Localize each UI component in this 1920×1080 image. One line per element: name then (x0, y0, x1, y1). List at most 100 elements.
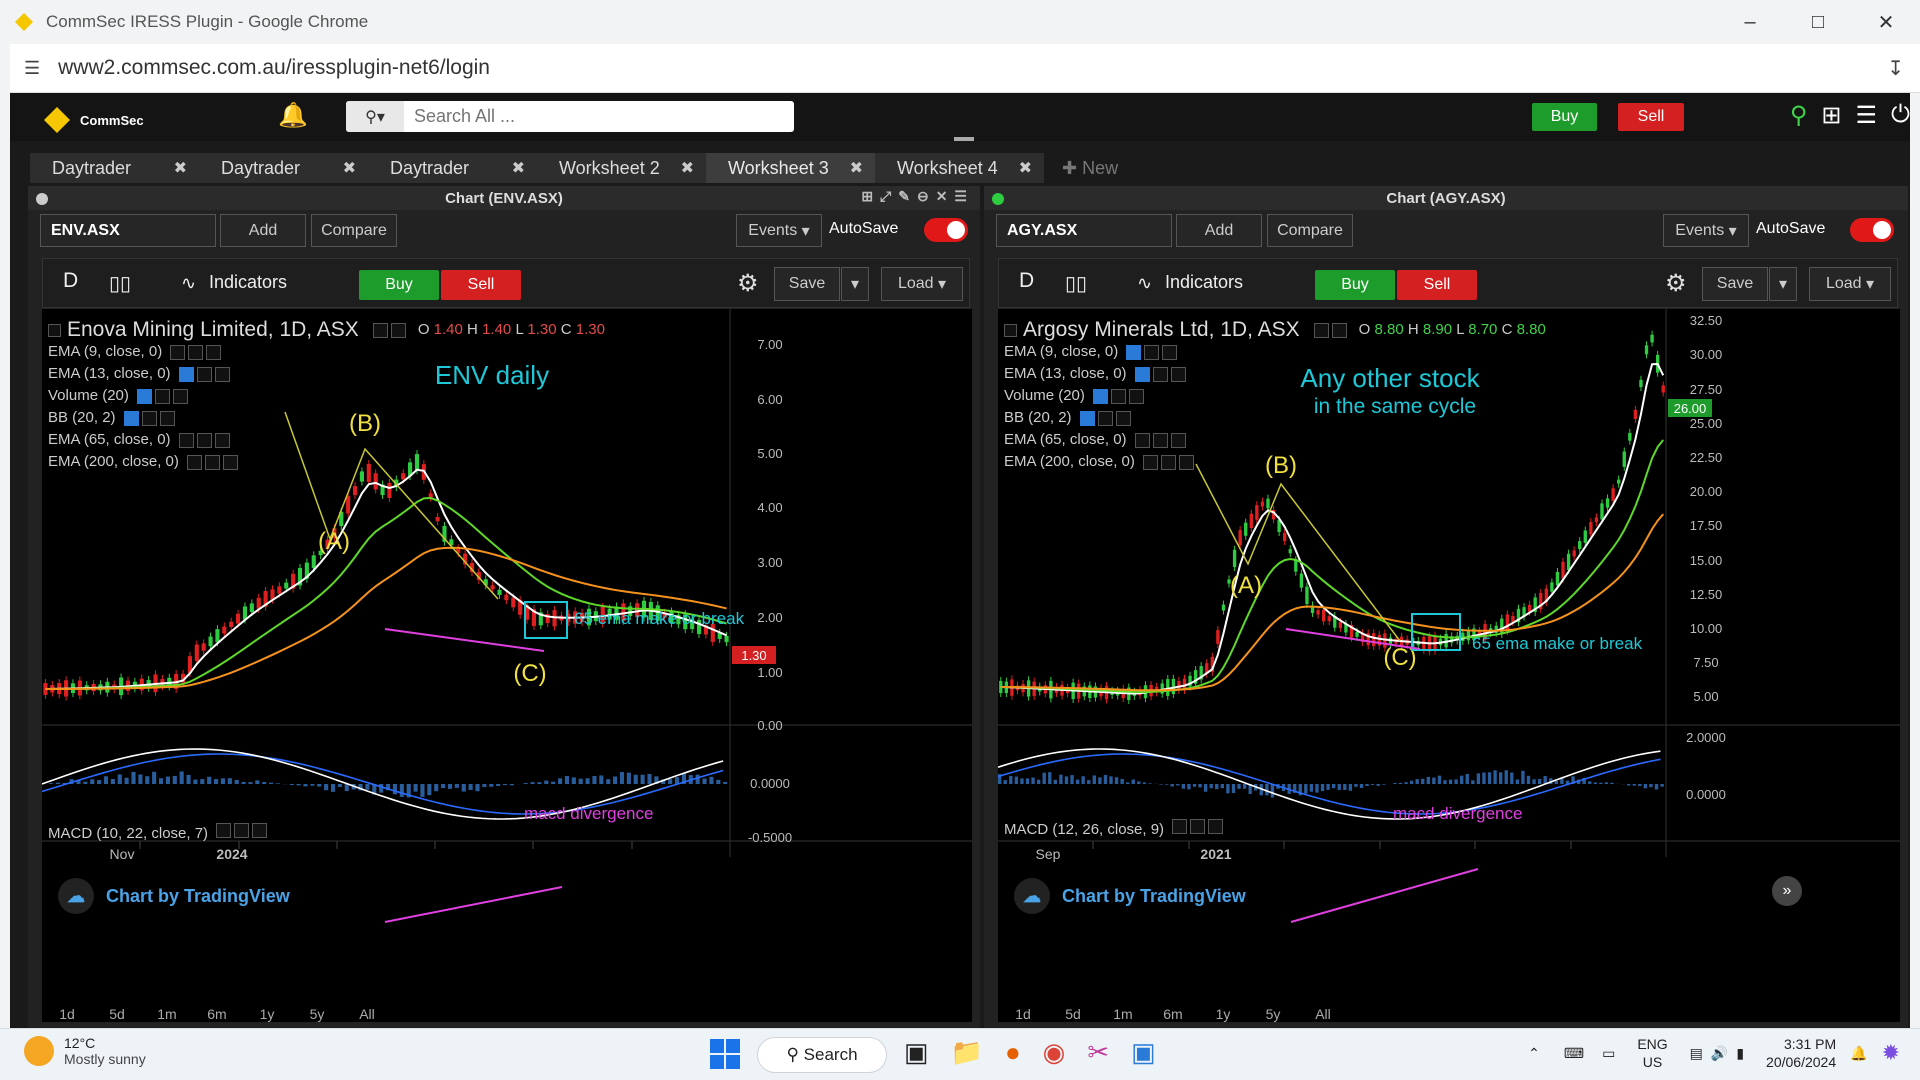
tab-worksheet-4[interactable]: Worksheet 4 ✖ (875, 153, 1044, 183)
range-all[interactable]: All (342, 1006, 392, 1022)
indicator-row[interactable]: BB (20, 2) (48, 407, 605, 429)
copilot-icon[interactable]: ✹ (1882, 1040, 1900, 1066)
menu-icon[interactable]: ☰ (1856, 101, 1878, 130)
tab-daytrader-1[interactable]: Daytrader ✖ (30, 153, 199, 183)
close-icon[interactable]: ✖ (850, 158, 863, 178)
load-dropdown[interactable]: Load ▾ (881, 267, 963, 301)
autosave-toggle[interactable] (1850, 218, 1894, 242)
show-hidden-icons-chevron-icon[interactable]: ⌃ (1528, 1045, 1540, 1062)
close-icon[interactable]: ✖ (512, 158, 525, 178)
plus-icon[interactable]: ⊞ (1821, 101, 1841, 130)
close-icon[interactable]: ✖ (343, 158, 356, 178)
scroll-to-latest-icon[interactable]: » (1772, 876, 1802, 906)
firefox-icon[interactable]: ● (1005, 1037, 1021, 1068)
chart-canvas[interactable]: 32.50 30.00 27.50 25.00 22.50 20.00 17.50 15.00… (998, 309, 1900, 1022)
chart-sell-button[interactable]: Sell (1397, 270, 1477, 300)
indicator-row[interactable]: EMA (13, close, 0) (48, 363, 605, 385)
eye-icon[interactable] (372, 322, 388, 338)
tab-daytrader-2[interactable]: Daytrader ✖ (199, 153, 368, 183)
taskbar-search[interactable]: ⚲ Search (757, 1037, 887, 1073)
interval-selector[interactable]: D (63, 269, 78, 293)
indicators-icon[interactable]: ∿ (181, 273, 196, 294)
minimize-icon[interactable]: – (1716, 0, 1784, 44)
range-1d[interactable]: 1d (42, 1006, 92, 1022)
compare-button[interactable]: Compare (1267, 214, 1353, 247)
tradingview-credit[interactable]: ☁ Chart by TradingView (58, 878, 290, 914)
start-menu-icon[interactable] (710, 1039, 740, 1069)
new-tab-button[interactable]: ✚ New (1044, 153, 1130, 183)
weather-widget[interactable]: 12°C Mostly sunny (24, 1035, 146, 1067)
symbol-input[interactable]: ENV.ASX (40, 214, 216, 247)
site-info-icon[interactable]: ☰ (24, 58, 40, 79)
close-icon[interactable]: ✖ (1019, 158, 1032, 178)
panel-window-icons[interactable]: ⊞⤢✎⊖✕☰ (861, 188, 974, 205)
volume-icon[interactable]: 🔊 (1711, 1045, 1728, 1062)
maximize-icon[interactable]: □ (1784, 0, 1852, 44)
close-icon[interactable]: ✕ (1852, 0, 1920, 44)
close-icon[interactable]: ✖ (174, 158, 187, 178)
install-app-icon[interactable]: ↧ (1887, 56, 1904, 81)
address-bar[interactable]: ☰ www2.commsec.com.au/iressplugin-net6/l… (10, 44, 1920, 93)
chart-canvas[interactable]: 7.00 6.00 5.00 4.00 3.00 2.00 1.00 0.00 0.0000 -0… (42, 309, 972, 1022)
range-1m[interactable]: 1m (1098, 1006, 1148, 1022)
save-button[interactable]: Save (774, 267, 840, 301)
eye-icon[interactable] (1313, 322, 1329, 338)
bell-icon[interactable]: 🔔 (278, 101, 308, 130)
chart-sell-button[interactable]: Sell (441, 270, 521, 300)
tab-worksheet-2[interactable]: Worksheet 2 ✖ (537, 153, 706, 183)
battery-icon[interactable]: ▮ (1736, 1045, 1744, 1062)
range-6m[interactable]: 6m (192, 1006, 242, 1022)
close-icon[interactable]: ✖ (681, 158, 694, 178)
chrome-icon[interactable]: ◉ (1043, 1037, 1066, 1068)
search-input[interactable] (414, 106, 774, 127)
indicator-row[interactable]: EMA (200, close, 0) (1004, 451, 1546, 473)
interval-selector[interactable]: D (1019, 269, 1034, 293)
global-search[interactable]: ⚲▾ (346, 101, 794, 132)
indicator-row[interactable]: EMA (65, close, 0) (48, 429, 605, 451)
indicator-row[interactable]: Volume (20) (1004, 385, 1546, 407)
power-icon[interactable]: ⏻ (1891, 101, 1910, 130)
indicator-row[interactable]: EMA (200, close, 0) (48, 451, 605, 473)
autosave-toggle[interactable] (924, 218, 968, 242)
settings-gear-icon[interactable]: ⚙ (1665, 269, 1687, 298)
global-buy-button[interactable]: Buy (1532, 103, 1597, 131)
search-icon[interactable]: ⚲▾ (346, 101, 404, 132)
tab-daytrader-3[interactable]: Daytrader ✖ (368, 153, 537, 183)
events-dropdown[interactable]: Events ▾ (1663, 214, 1749, 247)
save-dropdown-chevron-icon[interactable]: ▾ (841, 267, 869, 301)
photos-icon[interactable]: ▣ (1131, 1037, 1156, 1068)
global-sell-button[interactable]: Sell (1618, 103, 1684, 131)
display-icon[interactable]: ▭ (1602, 1045, 1615, 1062)
symbol-input[interactable]: AGY.ASX (996, 214, 1172, 247)
add-button[interactable]: Add (220, 214, 306, 247)
network-icon[interactable]: ▤ (1690, 1045, 1703, 1062)
indicators-button[interactable]: Indicators (209, 272, 287, 293)
range-5d[interactable]: 5d (1048, 1006, 1098, 1022)
range-6m[interactable]: 6m (1148, 1006, 1198, 1022)
range-1m[interactable]: 1m (142, 1006, 192, 1022)
chart-buy-button[interactable]: Buy (1315, 270, 1395, 300)
language-indicator[interactable]: ENG US (1637, 1035, 1667, 1071)
collapse-icon[interactable] (48, 323, 61, 337)
settings-gear-icon[interactable]: ⚙ (737, 269, 759, 298)
events-dropdown[interactable]: Events ▾ (736, 214, 822, 247)
range-1d[interactable]: 1d (998, 1006, 1048, 1022)
url-text[interactable]: www2.commsec.com.au/iressplugin-net6/log… (58, 56, 490, 80)
collapse-icon[interactable] (1004, 323, 1017, 337)
candlestick-icon[interactable]: ▯▯ (1065, 271, 1087, 296)
compare-button[interactable]: Compare (311, 214, 397, 247)
splitter-handle[interactable] (954, 137, 974, 141)
settings-icon[interactable] (1331, 322, 1347, 338)
range-1y[interactable]: 1y (242, 1006, 292, 1022)
indicator-row[interactable]: EMA (9, close, 0) (1004, 341, 1546, 363)
location-pin-icon[interactable]: ⚲ (1790, 101, 1808, 130)
range-5y[interactable]: 5y (1248, 1006, 1298, 1022)
indicator-row[interactable]: EMA (9, close, 0) (48, 341, 605, 363)
range-5d[interactable]: 5d (92, 1006, 142, 1022)
range-5y[interactable]: 5y (292, 1006, 342, 1022)
indicator-row[interactable]: EMA (13, close, 0) (1004, 363, 1546, 385)
commsec-logo[interactable]: CommSec (42, 105, 144, 135)
indicator-row[interactable]: Volume (20) (48, 385, 605, 407)
save-button[interactable]: Save (1702, 267, 1768, 301)
snipping-tool-icon[interactable]: ✂ (1087, 1037, 1109, 1068)
